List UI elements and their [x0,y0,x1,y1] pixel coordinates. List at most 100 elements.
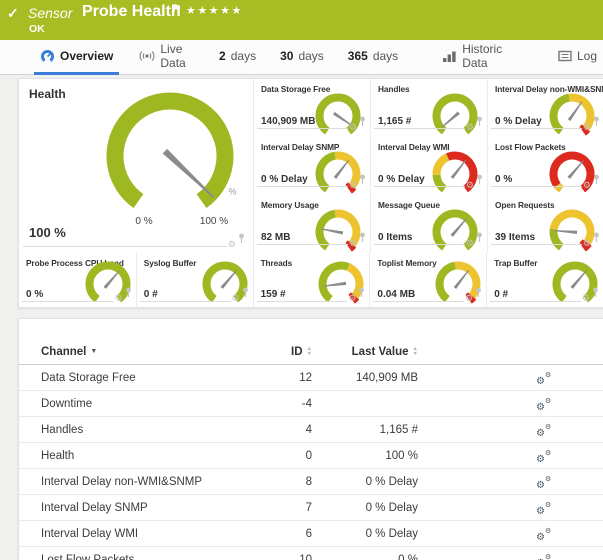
column-header-id[interactable]: ID ▲▼ [274,339,312,365]
gauge-value: 159 # [261,289,286,300]
tile-icons: ⚙ [349,114,366,132]
gauge-label: Memory Usage [261,200,319,210]
tab-2-days[interactable]: 2days [213,40,262,75]
gear-icon[interactable]: ⚙ [466,123,474,132]
gear-icon[interactable]: ⚙ [228,240,236,249]
gear-icon[interactable]: ⚙ [232,294,240,303]
channel-actions-cell: ⚙⚙ [418,391,603,417]
table-row[interactable]: Interval Delay WMI60 % Delay⚙⚙ [19,521,603,547]
gauge-value: 140,909 MB [261,116,315,127]
pin-icon[interactable] [593,172,600,190]
gauge-tile[interactable]: Probe Process CPU Load0 %⚙ [19,253,136,308]
gauge-tile[interactable]: Trap Buffer0 #⚙ [486,253,603,308]
tab-log[interactable]: Log [552,40,603,75]
gauge-tile[interactable]: Interval Delay WMI0 % Delay⚙ [370,137,487,195]
pin-icon[interactable] [476,114,483,132]
gear-icon[interactable]: ⚙ [348,294,356,303]
gear-icon[interactable]: ⚙ [465,294,473,303]
channel-id: 6 [274,521,312,547]
tile-icons: ⚙ [466,230,483,248]
tab-live-data[interactable]: Live Data [133,40,205,75]
gear-icon[interactable]: ⚙ [349,239,357,248]
channel-id: 0 [274,443,312,469]
pin-icon[interactable] [475,285,482,303]
priority-stars[interactable]: ★★★★★ [186,4,243,17]
gauge-tile[interactable]: Data Storage Free140,909 MB⚙ [253,79,370,137]
tile-underline [257,244,348,245]
gauge-tile[interactable]: Toplist Memory0.04 MB⚙ [369,253,486,308]
gear-icon[interactable]: ⚙ [583,181,591,190]
gear-icon[interactable]: ⚙ [583,123,591,132]
chart-icon [442,50,457,63]
channel-actions-cell: ⚙⚙ [418,365,603,391]
channel-last-value: 100 % [312,443,418,469]
gauge-tile-health[interactable]: Health % 0 % 100 % 100 % ⚙ [19,79,253,253]
pin-icon[interactable] [476,230,483,248]
gauge-value: 0 Items [378,232,412,243]
pin-icon[interactable] [238,231,245,249]
table-row[interactable]: Interval Delay non-WMI&SNMP80 % Delay⚙⚙ [19,469,603,495]
channel-last-value: 0 % Delay [312,469,418,495]
pin-icon[interactable] [476,172,483,190]
gauge-icon [40,49,55,63]
gear-icon[interactable]: ⚙ [582,294,590,303]
tab-365-days[interactable]: 365days [342,40,404,75]
gear-icon[interactable]: ⚙ [583,239,591,248]
channel-name: Handles [19,417,274,443]
channel-name: Downtime [19,391,274,417]
gauge-tile[interactable]: Handles 1,165 # ⚙ [370,79,487,137]
gear-icon[interactable]: ⚙ [349,181,357,190]
pin-icon[interactable] [593,230,600,248]
pin-icon[interactable] [125,285,132,303]
gear-icon[interactable]: ⚙ [466,181,474,190]
channel-name: Health [19,443,274,469]
gauge-tile[interactable]: Lost Flow Packets0 %⚙ [487,137,603,195]
tab-30-days[interactable]: 30days [274,40,330,75]
table-row[interactable]: Handles41,165 #⚙⚙ [19,417,603,443]
table-header-row: Channel ▼ ID ▲▼ Last Value ▲▼ [19,339,603,365]
channel-id: 7 [274,495,312,521]
pin-icon[interactable] [359,114,366,132]
tab-historic-data[interactable]: Historic Data [436,40,522,75]
channel-name: Data Storage Free [19,365,274,391]
tile-icons: ⚙ [583,230,600,248]
gauge-value: 0 % Delay [261,174,308,185]
pin-icon[interactable] [242,285,249,303]
channel-actions-cell: ⚙⚙ [418,521,603,547]
gauge-grid-bottom: Probe Process CPU Load0 %⚙Syslog Buffer0… [19,253,603,308]
table-row[interactable]: Interval Delay SNMP70 % Delay⚙⚙ [19,495,603,521]
gauge-tile[interactable]: Message Queue0 Items⚙ [370,195,487,253]
channel-id: 8 [274,469,312,495]
table-row[interactable]: Data Storage Free12140,909 MB⚙⚙ [19,365,603,391]
gauge-tile[interactable]: Memory Usage82 MB⚙ [253,195,370,253]
gauge-tile[interactable]: Threads159 #⚙ [253,253,370,308]
tile-underline [491,244,582,245]
channels-table-body: Data Storage Free12140,909 MB⚙⚙Downtime-… [19,365,603,560]
table-row[interactable]: Downtime-4⚙⚙ [19,391,603,417]
svg-text:%: % [229,186,237,196]
channel-id: 10 [274,547,312,560]
gear-icon[interactable]: ⚙ [349,123,357,132]
pin-icon[interactable] [593,114,600,132]
tab-overview[interactable]: Overview [34,40,119,75]
gauge-tile[interactable]: Interval Delay non-WMI&SNMP0 % Delay⚙ [487,79,603,137]
table-row[interactable]: Lost Flow Packets100 %⚙⚙ [19,547,603,560]
channel-last-value [312,391,418,417]
pin-icon[interactable] [358,285,365,303]
channel-actions-cell: ⚙⚙ [418,417,603,443]
priority-flag-icon[interactable]: ⚑ [172,2,182,15]
gauge-tile[interactable]: Interval Delay SNMP0 % Delay⚙ [253,137,370,195]
gauge-tile[interactable]: Open Requests39 Items⚙ [487,195,603,253]
gauge-label: Handles [378,84,410,94]
table-row[interactable]: Health0100 %⚙⚙ [19,443,603,469]
column-header-channel[interactable]: Channel ▼ [19,339,274,365]
gear-icon[interactable]: ⚙ [115,294,123,303]
gauge-tile[interactable]: Syslog Buffer0 #⚙ [136,253,253,308]
gear-icon[interactable]: ⚙ [466,239,474,248]
pin-icon[interactable] [592,285,599,303]
gauge-label: Trap Buffer [494,258,537,268]
column-header-last-value[interactable]: Last Value ▲▼ [312,339,418,365]
pin-icon[interactable] [359,230,366,248]
pin-icon[interactable] [359,172,366,190]
gauge-value: 1,165 # [378,116,411,127]
